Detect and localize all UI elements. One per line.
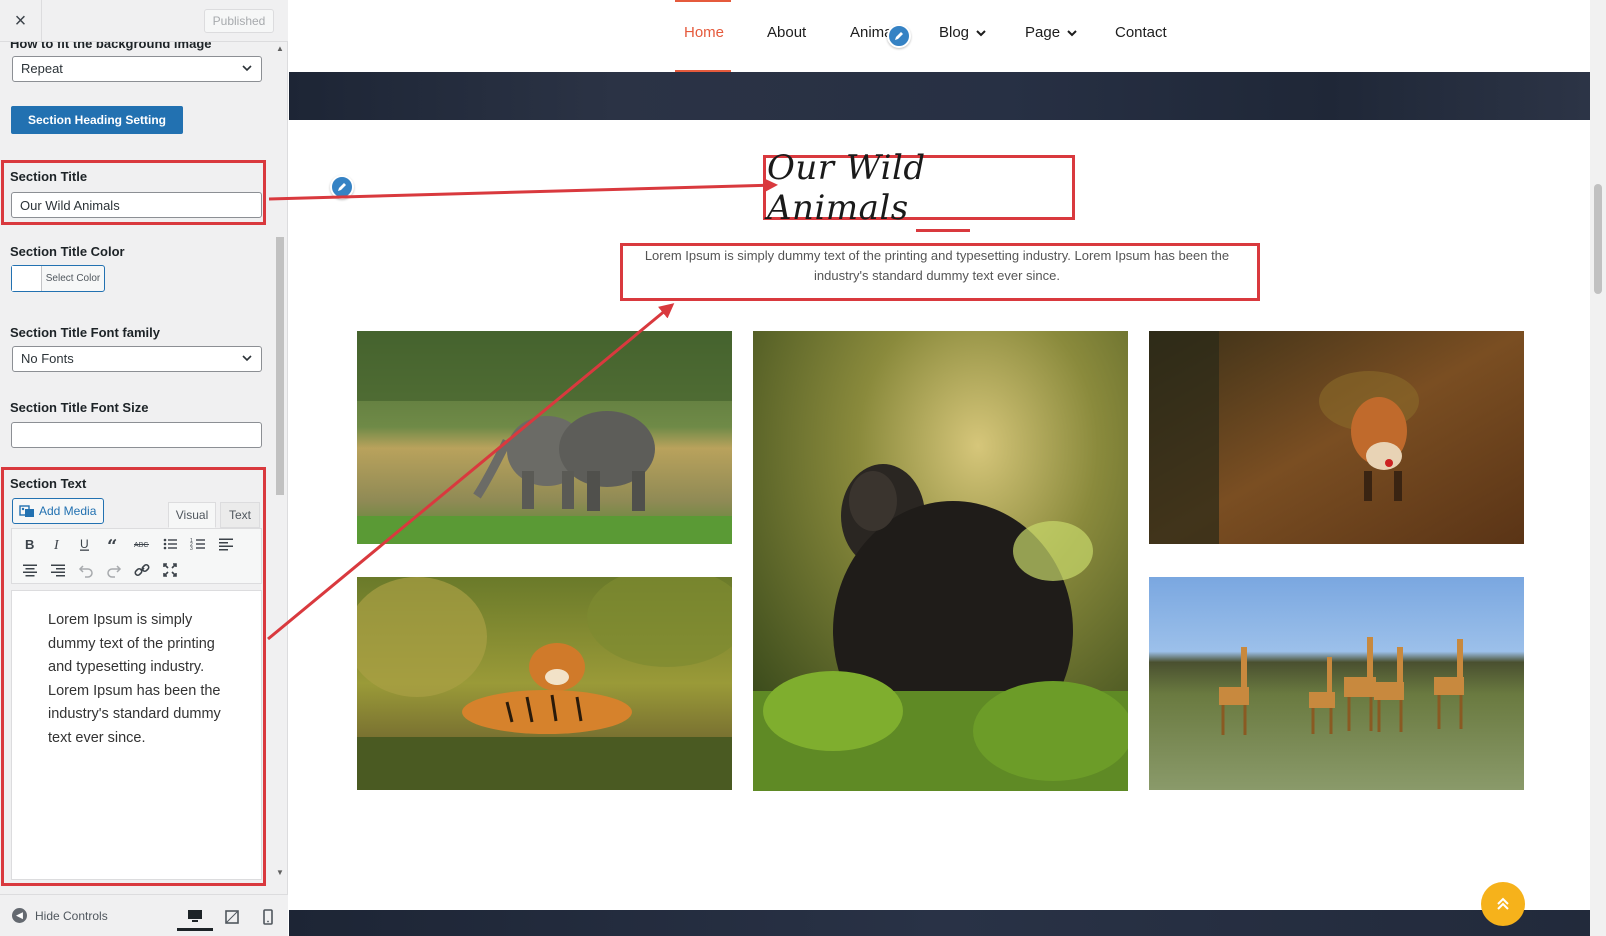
giraffes-photo (1149, 577, 1524, 790)
select-color-button[interactable]: Select Color (11, 265, 105, 292)
title-underline (916, 229, 970, 232)
editor-toolbar: B I U “ ABC 123 (11, 528, 262, 584)
preview-scroll-thumb[interactable] (1594, 184, 1602, 294)
font-size-label: Section Title Font Size (10, 400, 149, 415)
font-family-value: No Fonts (21, 351, 74, 366)
svg-text:“: “ (107, 536, 117, 552)
section-heading-setting-button[interactable]: Section Heading Setting (11, 106, 183, 134)
tiger-photo (357, 577, 732, 790)
nav-page-label: Page (1025, 24, 1061, 41)
customizer-panel: × Published How to fit the background im… (0, 0, 288, 936)
published-button[interactable]: Published (204, 9, 274, 33)
desktop-preview-button[interactable] (177, 903, 213, 931)
svg-text:U: U (80, 537, 89, 551)
tablet-preview-button[interactable] (214, 903, 250, 931)
fit-bg-label: How to fit the background image (10, 42, 212, 51)
fullscreen-icon[interactable] (159, 559, 181, 581)
media-icon (19, 505, 34, 517)
blockquote-icon[interactable]: “ (103, 533, 125, 555)
customizer-screen: × Published How to fit the background im… (0, 0, 1606, 936)
redo-icon[interactable] (103, 559, 125, 581)
panel-footer: ◀ Hide Controls (0, 894, 288, 936)
select-color-label: Select Color (45, 273, 101, 284)
mobile-icon (263, 909, 273, 925)
edit-shortcut-nav-button[interactable] (887, 24, 911, 48)
italic-icon[interactable]: I (47, 533, 69, 555)
scroll-to-top-button[interactable] (1481, 882, 1525, 926)
add-media-button[interactable]: Add Media (12, 498, 104, 524)
link-icon[interactable] (131, 559, 153, 581)
undo-icon[interactable] (75, 559, 97, 581)
align-right-icon[interactable] (47, 559, 69, 581)
pencil-icon (338, 183, 346, 191)
color-swatch (12, 266, 42, 291)
section-text-label: Section Text (10, 476, 87, 491)
hero-banner-bottom (289, 72, 1590, 120)
mobile-preview-button[interactable] (250, 903, 286, 931)
hide-controls-button[interactable]: ◀ Hide Controls (12, 908, 108, 923)
section-text: Lorem Ipsum is simply dummy text of the … (644, 248, 1230, 283)
add-media-label: Add Media (39, 504, 97, 518)
elephants-photo (357, 331, 732, 544)
align-center-icon[interactable] (19, 559, 41, 581)
site-preview: Home About Anima Blog Page Contact Our W… (289, 0, 1606, 936)
hide-controls-label: Hide Controls (35, 908, 108, 923)
panel-scroll-thumb[interactable] (276, 237, 284, 495)
font-family-select[interactable]: No Fonts (12, 346, 262, 372)
panel-controls: How to fit the background image Repeat S… (0, 42, 288, 894)
svg-text:3: 3 (190, 546, 193, 552)
next-section-banner (289, 910, 1590, 936)
site-navbar: Home About Anima Blog Page Contact (289, 0, 1590, 72)
align-left-icon[interactable] (215, 533, 237, 555)
nav-animals[interactable]: Anima (850, 24, 893, 41)
panel-scrollbar[interactable]: ▲ ▼ (274, 42, 286, 894)
section-title-input[interactable] (11, 192, 262, 218)
font-size-input[interactable] (11, 422, 262, 448)
fit-bg-select[interactable]: Repeat (12, 56, 262, 82)
section-title-label: Section Title (10, 169, 88, 184)
font-family-label: Section Title Font family (10, 325, 161, 340)
tablet-icon (225, 910, 239, 924)
scroll-down-arrow-icon[interactable]: ▼ (274, 868, 286, 878)
nav-about[interactable]: About (767, 24, 806, 41)
chevron-down-icon (242, 65, 252, 72)
nav-active-top-line (675, 0, 731, 2)
nav-blog-label: Blog (939, 24, 970, 41)
preview-scrollbar[interactable] (1590, 0, 1606, 936)
strikethrough-icon[interactable]: ABC (131, 533, 153, 555)
close-customizer-button[interactable]: × (0, 0, 42, 42)
fit-bg-value: Repeat (21, 61, 63, 76)
pencil-icon (895, 32, 903, 40)
numbered-list-icon[interactable]: 123 (187, 533, 209, 555)
nav-blog[interactable]: Blog (939, 24, 987, 41)
section-title: Our Wild Animals (767, 148, 926, 228)
nav-contact[interactable]: Contact (1115, 24, 1167, 41)
panel-header: × Published (0, 0, 288, 42)
chevron-down-icon (242, 355, 252, 362)
edit-shortcut-section-button[interactable] (330, 175, 354, 199)
nav-home[interactable]: Home (684, 24, 724, 41)
svg-text:I: I (53, 538, 60, 552)
nav-page[interactable]: Page (1025, 24, 1078, 41)
fox-photo (1149, 331, 1524, 544)
svg-text:ABC: ABC (134, 542, 148, 549)
section-title-color-label: Section Title Color (10, 244, 125, 259)
tab-text[interactable]: Text (220, 502, 260, 528)
bullet-list-icon[interactable] (159, 533, 181, 555)
chevron-down-icon (1067, 29, 1077, 36)
svg-text:B: B (25, 537, 34, 552)
gorilla-photo (753, 331, 1128, 791)
bold-icon[interactable]: B (19, 533, 41, 555)
scroll-up-arrow-icon[interactable]: ▲ (274, 44, 286, 54)
tab-visual[interactable]: Visual (168, 502, 216, 528)
desktop-icon (188, 909, 202, 922)
chevron-down-icon (976, 29, 986, 36)
underline-icon[interactable]: U (74, 533, 96, 555)
section-text-editor[interactable]: Lorem Ipsum is simply dummy text of the … (11, 590, 262, 880)
double-chevron-up-icon (1497, 897, 1509, 910)
collapse-arrow-icon: ◀ (12, 908, 27, 923)
